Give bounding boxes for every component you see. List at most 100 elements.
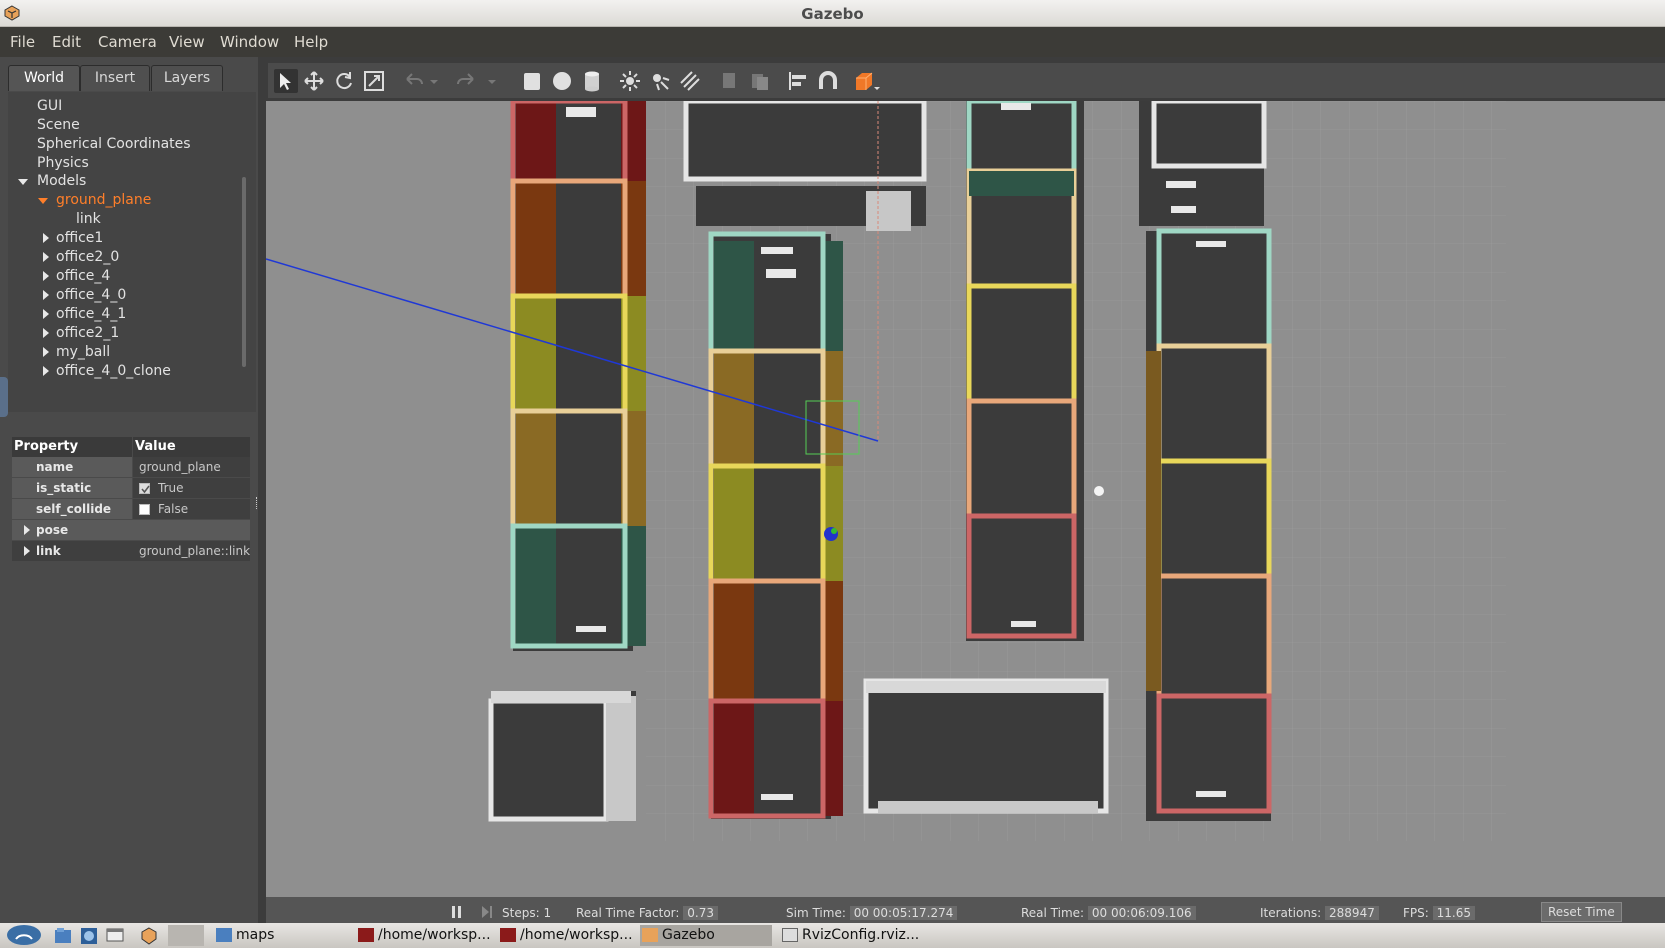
my-ball-model[interactable] (1094, 486, 1104, 496)
cylinder-icon[interactable] (580, 69, 604, 93)
translate-icon[interactable] (302, 69, 326, 93)
menu-edit[interactable]: Edit (52, 33, 81, 51)
window-title: Gazebo (801, 5, 864, 23)
redo-dropdown-icon[interactable] (486, 69, 498, 93)
snap-icon[interactable] (816, 69, 840, 93)
left-panel: World Insert Layers GUI Scene Spherical … (0, 57, 258, 923)
3d-viewport[interactable] (266, 101, 1665, 897)
menu-camera[interactable]: Camera (98, 33, 157, 51)
reset-time-button[interactable]: Reset Time (1541, 902, 1622, 922)
workspace-switcher[interactable] (168, 925, 204, 946)
value-header-label: Value (133, 437, 250, 457)
browser-icon[interactable] (80, 927, 98, 945)
directional-light-icon[interactable] (678, 69, 702, 93)
tree-item-office2-1[interactable]: office2_1 (56, 325, 119, 341)
rotate-icon[interactable] (332, 69, 356, 93)
taskbar-item-label: /home/worksp... (378, 927, 491, 943)
fps-value: 11.65 (1432, 906, 1475, 920)
expand-office-4-0-clone-icon[interactable] (43, 366, 49, 376)
iterations-label: Iterations: (1260, 906, 1322, 920)
menu-window[interactable]: Window (220, 33, 279, 51)
step-icon[interactable] (480, 905, 494, 919)
tree-item-office-4-0[interactable]: office_4_0 (56, 287, 126, 303)
taskbar-item-terminal-2[interactable]: /home/worksp... (500, 925, 633, 946)
gazebo-icon (642, 928, 658, 942)
tree-item-scene[interactable]: Scene (37, 117, 80, 133)
property-value-name[interactable]: ground_plane (133, 457, 250, 477)
fps-readout: FPS: 11.65 (1403, 906, 1475, 920)
expand-office2-0-icon[interactable] (43, 252, 49, 262)
rviz-icon (782, 928, 798, 942)
menu-file[interactable]: File (10, 33, 35, 51)
self-collide-checkbox[interactable] (139, 504, 150, 515)
property-row-link[interactable]: link ground_plane::link (12, 541, 250, 561)
undo-dropdown-icon[interactable] (428, 69, 440, 93)
office-row-left (510, 101, 646, 651)
property-value-is-static: True (133, 478, 250, 498)
iterations-readout: Iterations: 288947 (1260, 906, 1379, 920)
tree-item-gui[interactable]: GUI (37, 98, 62, 114)
expand-ground-plane-icon[interactable] (38, 198, 48, 204)
steps-readout: Steps: 1 (502, 906, 551, 920)
menu-view[interactable]: View (169, 33, 205, 51)
expand-office-4-0-icon[interactable] (43, 290, 49, 300)
splitter-handle[interactable] (256, 497, 258, 509)
tab-insert[interactable]: Insert (80, 65, 150, 91)
expand-office-4-icon[interactable] (43, 271, 49, 281)
expand-office1-icon[interactable] (43, 233, 49, 243)
is-static-checkbox[interactable] (139, 483, 150, 494)
tree-item-models[interactable]: Models (37, 173, 86, 189)
expand-office-4-1-icon[interactable] (43, 309, 49, 319)
panel-collapse-handle[interactable] (0, 377, 8, 417)
taskbar-item-gazebo[interactable]: Gazebo (640, 925, 772, 946)
box-icon[interactable] (520, 69, 544, 93)
property-row: self_collide False (12, 499, 250, 519)
pause-icon[interactable] (450, 905, 464, 919)
paste-icon[interactable] (748, 69, 772, 93)
scene-render[interactable] (266, 101, 1665, 897)
file-manager-icon[interactable] (54, 927, 72, 945)
gazebo-launcher-icon[interactable] (140, 927, 158, 945)
tree-scrollbar[interactable] (242, 177, 246, 367)
taskbar-item-rviz[interactable]: RvizConfig.rviz... (782, 925, 919, 946)
robot-model[interactable] (824, 527, 838, 541)
tree-item-office-4-0-clone[interactable]: office_4_0_clone (56, 363, 171, 379)
tab-layers[interactable]: Layers (151, 65, 223, 91)
tree-item-office-4[interactable]: office_4 (56, 268, 110, 284)
align-icon[interactable] (786, 69, 810, 93)
tree-item-link[interactable]: link (76, 211, 101, 227)
tree-item-office1[interactable]: office1 (56, 230, 103, 246)
property-row: is_static True (12, 478, 250, 498)
expand-my-ball-icon[interactable] (43, 347, 49, 357)
tree-item-physics[interactable]: Physics (37, 155, 89, 171)
menu-help[interactable]: Help (294, 33, 328, 51)
tree-item-office2-0[interactable]: office2_0 (56, 249, 119, 265)
undo-icon[interactable] (402, 69, 426, 93)
change-view-icon[interactable] (852, 69, 880, 93)
tree-item-office-4-1[interactable]: office_4_1 (56, 306, 126, 322)
tree-item-spherical-coordinates[interactable]: Spherical Coordinates (37, 136, 191, 152)
taskbar-item-maps[interactable]: maps (216, 925, 274, 946)
taskbar-item-terminal-1[interactable]: /home/worksp... (358, 925, 491, 946)
redo-icon[interactable] (454, 69, 478, 93)
expand-models-icon[interactable] (18, 179, 28, 185)
property-row-pose[interactable]: pose (12, 520, 250, 540)
start-menu-icon[interactable] (6, 925, 42, 946)
self-collide-value: False (158, 502, 189, 516)
desktop-icon[interactable] (106, 927, 124, 945)
rtf-label: Real Time Factor: (576, 906, 680, 920)
tab-world[interactable]: World (8, 65, 80, 91)
taskbar: maps /home/worksp... /home/worksp... Gaz… (0, 923, 1665, 948)
select-arrow-icon[interactable] (274, 69, 298, 93)
spot-light-icon[interactable] (648, 69, 672, 93)
point-light-icon[interactable] (618, 69, 642, 93)
sphere-icon[interactable] (550, 69, 574, 93)
sim-time-label: Sim Time: (786, 906, 846, 920)
steps-value[interactable]: 1 (543, 906, 551, 920)
tree-item-my-ball[interactable]: my_ball (56, 344, 110, 360)
tree-item-ground-plane[interactable]: ground_plane (56, 192, 151, 208)
scale-icon[interactable] (362, 69, 386, 93)
copy-icon[interactable] (718, 69, 742, 93)
property-name: name (12, 457, 132, 477)
expand-office2-1-icon[interactable] (43, 328, 49, 338)
